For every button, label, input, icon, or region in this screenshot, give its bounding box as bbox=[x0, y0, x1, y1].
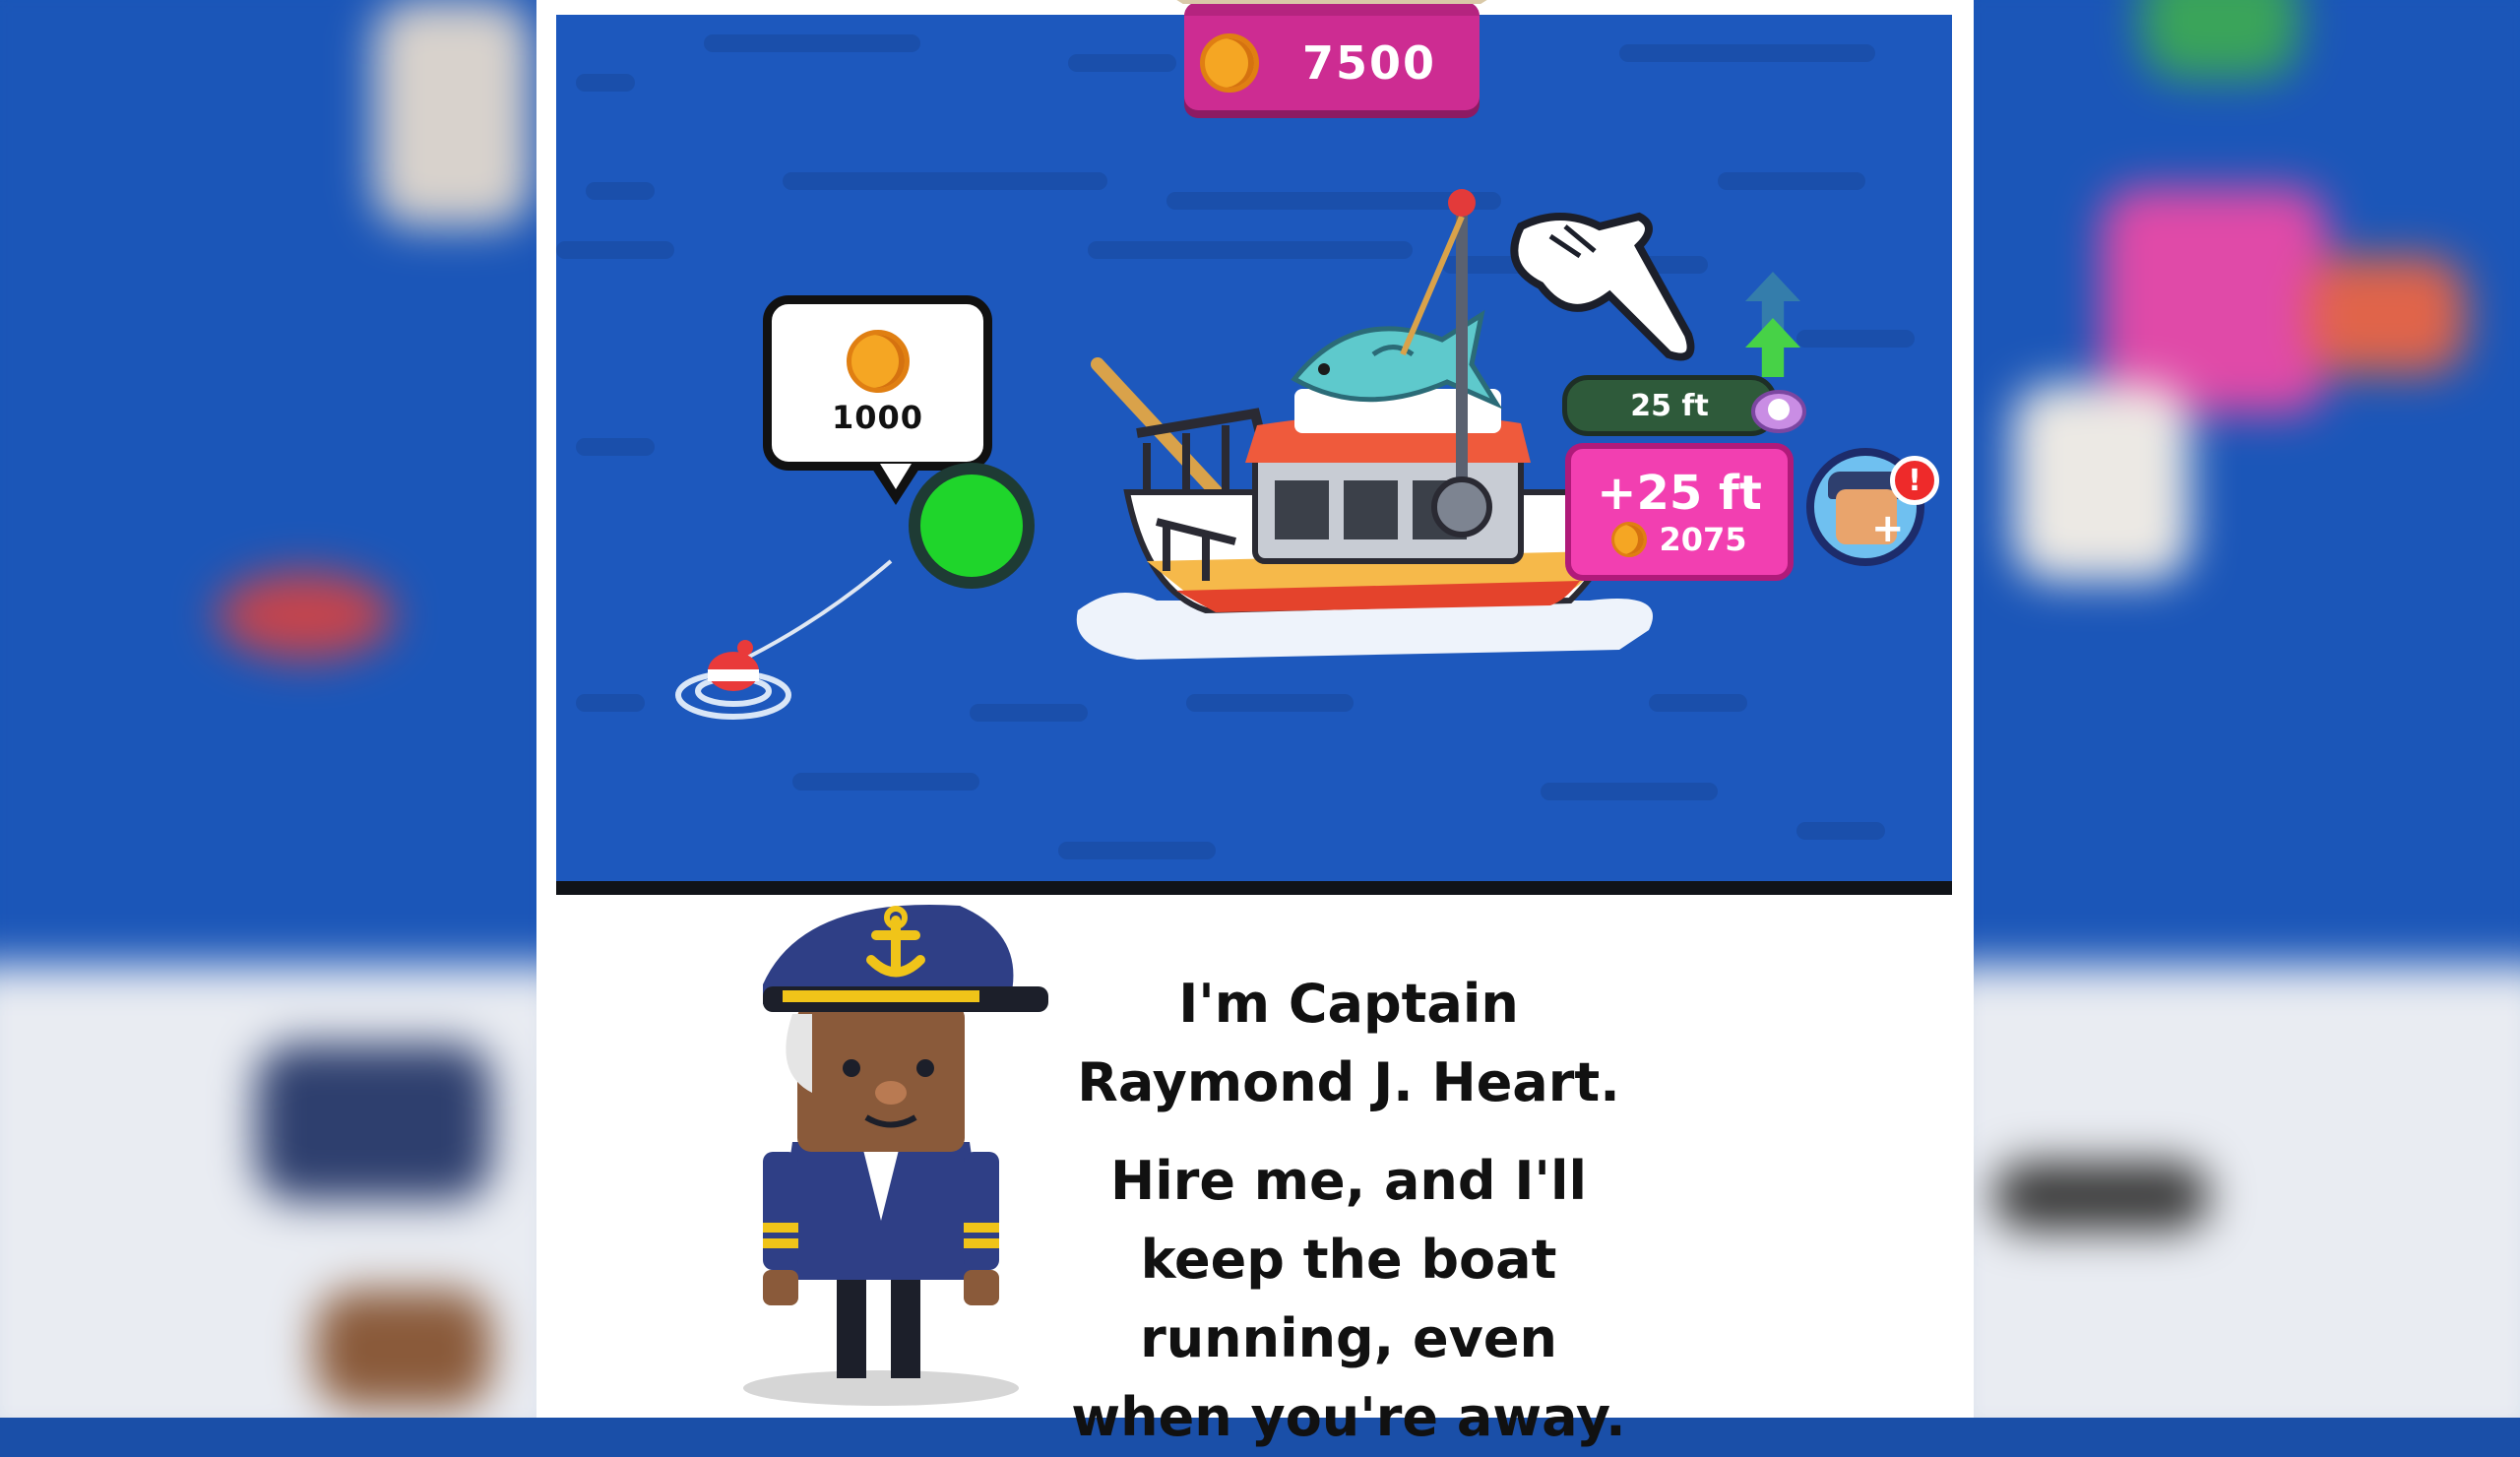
coin-icon bbox=[846, 330, 910, 393]
dialog-line-offer: Hire me, and I'll keep the boat running,… bbox=[1071, 1150, 1626, 1448]
pearl-shell-icon bbox=[1751, 390, 1806, 433]
upgrade-cost-row: 2075 bbox=[1611, 521, 1747, 558]
plus-icon: + bbox=[1871, 506, 1905, 551]
captain-avatar bbox=[743, 905, 1048, 1406]
coin-icon bbox=[1200, 33, 1259, 93]
coin-icon bbox=[1611, 522, 1648, 557]
game-screen: 7500 25 ft +25 ft 2075 + ! 1000 I'm Capt… bbox=[536, 0, 1974, 1448]
dialog-line-intro: I'm Captain Raymond J. Heart. bbox=[1077, 973, 1620, 1113]
alert-badge: ! bbox=[1890, 456, 1939, 505]
coin-balance-value: 7500 bbox=[1301, 36, 1437, 90]
bobber-reward-bubble: 1000 bbox=[763, 295, 992, 505]
bobber-reward-value: 1000 bbox=[831, 399, 924, 436]
left-blurred-backdrop bbox=[0, 0, 536, 1418]
bobber-icon bbox=[675, 559, 893, 720]
upgrade-cost: 2075 bbox=[1659, 521, 1747, 558]
line-depth-indicator: 25 ft bbox=[1562, 375, 1777, 436]
coin-balance-bar: 7500 bbox=[1155, 0, 1509, 110]
pointing-hand-icon bbox=[1510, 212, 1695, 361]
coin-bar-tab bbox=[1155, 0, 1509, 4]
upgrade-gain-label: +25 ft bbox=[1597, 466, 1762, 521]
cast-button[interactable] bbox=[909, 463, 1035, 589]
depth-upgrade-button[interactable]: +25 ft 2075 bbox=[1565, 443, 1794, 581]
bubble-tail-inner bbox=[880, 464, 912, 489]
captain-dialog[interactable]: I'm Captain Raymond J. Heart. Hire me, a… bbox=[536, 896, 1974, 1448]
right-blurred-backdrop bbox=[1974, 0, 2520, 1418]
